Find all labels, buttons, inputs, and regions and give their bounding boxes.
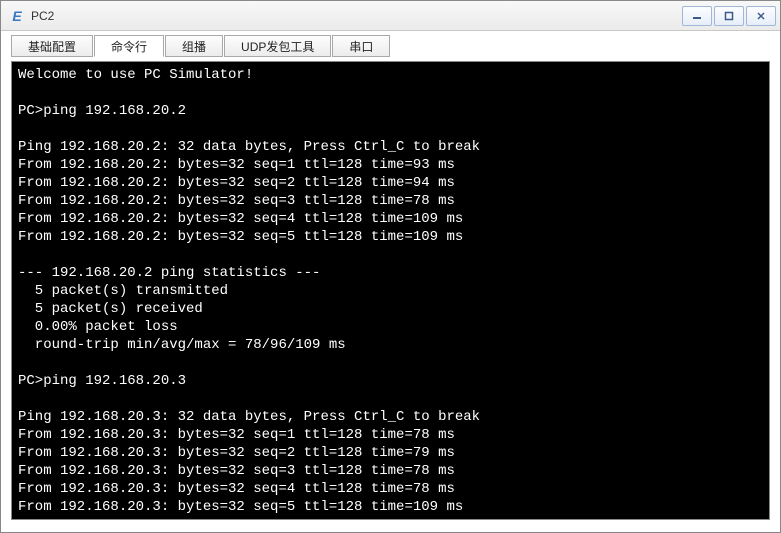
tab-basic-config[interactable]: 基础配置: [11, 35, 93, 57]
console-panel[interactable]: Welcome to use PC Simulator! PC>ping 192…: [11, 61, 770, 520]
tab-bar: 基础配置 命令行 组播 UDP发包工具 串口: [1, 31, 780, 61]
close-button[interactable]: [746, 6, 776, 26]
maximize-button[interactable]: [714, 6, 744, 26]
tab-serial[interactable]: 串口: [332, 35, 390, 57]
app-icon: E: [9, 8, 25, 24]
tab-udp-tool[interactable]: UDP发包工具: [224, 35, 331, 57]
window-controls: [680, 6, 776, 26]
console-output: Welcome to use PC Simulator! PC>ping 192…: [18, 66, 763, 520]
tab-multicast[interactable]: 组播: [165, 35, 223, 57]
minimize-button[interactable]: [682, 6, 712, 26]
tab-command-line[interactable]: 命令行: [94, 35, 164, 57]
window-title: PC2: [31, 9, 680, 23]
titlebar: E PC2: [1, 1, 780, 31]
